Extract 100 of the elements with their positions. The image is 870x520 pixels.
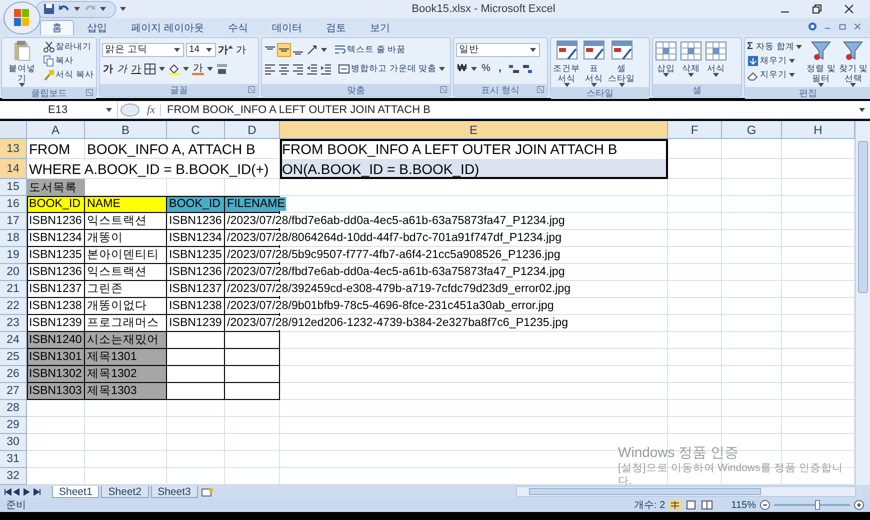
- fill-bucket-icon[interactable]: [168, 62, 180, 74]
- format-painter-button[interactable]: 서식 복사: [42, 68, 94, 81]
- restore-icon[interactable]: [812, 4, 822, 14]
- formula-field[interactable]: FROM BOOK_INFO A LEFT OUTER JOIN ATTACH B: [160, 104, 854, 116]
- number-format-field[interactable]: 일반: [456, 42, 540, 56]
- row-header[interactable]: 23: [0, 315, 27, 332]
- percent-button[interactable]: %: [480, 62, 492, 76]
- phonetic-icon[interactable]: [216, 62, 228, 74]
- cells-button[interactable]: 삽입: [655, 40, 677, 77]
- wrap-text-button[interactable]: 텍스트 줄 바꿈: [334, 43, 406, 56]
- orientation-icon[interactable]: [306, 44, 318, 56]
- increase-indent-icon[interactable]: [320, 62, 332, 74]
- sheet-tab[interactable]: Sheet2: [101, 486, 149, 498]
- style-button[interactable]: 조건부 서식: [553, 40, 580, 87]
- row-header[interactable]: 25: [0, 349, 27, 366]
- fill-button[interactable]: 채우기: [747, 54, 804, 67]
- caret-icon: [663, 73, 669, 77]
- row-header[interactable]: 30: [0, 434, 27, 451]
- sheet-tab[interactable]: Sheet3: [150, 486, 198, 498]
- page-break-icon[interactable]: [701, 500, 714, 510]
- row-header[interactable]: 18: [0, 230, 27, 247]
- row-header[interactable]: 13: [0, 139, 27, 159]
- new-sheet-icon[interactable]: [200, 486, 214, 496]
- style-button[interactable]: 표 서식: [583, 40, 605, 87]
- slider-thumb[interactable]: [815, 500, 820, 510]
- row-header[interactable]: 27: [0, 383, 27, 400]
- vertical-scrollbar[interactable]: [855, 121, 870, 485]
- editing-button[interactable]: 찾기 및 선택: [838, 40, 868, 87]
- autosum-button[interactable]: Σ 자동 합계: [747, 40, 804, 53]
- align-middle-icon[interactable]: [278, 44, 290, 56]
- font-color-button[interactable]: 가: [192, 62, 204, 75]
- increase-decimal-icon[interactable]: [508, 62, 520, 74]
- currency-button[interactable]: ₩: [456, 62, 468, 76]
- ribbon-tab[interactable]: 데이터: [260, 20, 313, 35]
- help-icon[interactable]: [808, 22, 817, 31]
- sheet-tab[interactable]: Sheet1: [52, 486, 100, 498]
- underline-button[interactable]: 가: [130, 62, 142, 76]
- merge-center-button[interactable]: 병합하고 가운데 맞춤: [338, 62, 446, 75]
- zoom-out-icon[interactable]: [760, 500, 770, 510]
- caret-icon: [713, 73, 719, 77]
- font-name-field[interactable]: 맑은 고딕: [102, 42, 184, 56]
- close-icon[interactable]: [844, 4, 854, 14]
- row-header[interactable]: 32: [0, 468, 27, 485]
- align-center-icon[interactable]: [278, 62, 290, 74]
- align-right-icon[interactable]: [292, 62, 304, 74]
- row-header[interactable]: 29: [0, 417, 27, 434]
- cells-button[interactable]: 삭제: [680, 40, 702, 77]
- row-header[interactable]: 31: [0, 451, 27, 468]
- align-left-icon[interactable]: [264, 62, 276, 74]
- ribbon-tab[interactable]: 보기: [358, 20, 401, 35]
- row-header[interactable]: 17: [0, 213, 27, 230]
- horizontal-scrollbar[interactable]: [516, 486, 856, 497]
- ribbon-tab[interactable]: 홈: [40, 20, 74, 35]
- row-header[interactable]: 22: [0, 298, 27, 315]
- decrease-decimal-icon[interactable]: [522, 62, 534, 74]
- font-size-field[interactable]: 14: [186, 42, 216, 56]
- cut-button[interactable]: 잘라내기: [42, 40, 94, 53]
- zoom-level[interactable]: 115%: [731, 500, 756, 510]
- row-header[interactable]: 19: [0, 247, 27, 264]
- style-button[interactable]: 셀 스타일: [608, 40, 635, 87]
- shrink-font-button[interactable]: 가: [235, 42, 247, 56]
- bold-button[interactable]: 가: [102, 62, 114, 76]
- page-layout-icon[interactable]: [685, 500, 698, 510]
- cells-button[interactable]: 서식: [705, 40, 727, 77]
- cell-grid-icon: [655, 40, 677, 62]
- column-header[interactable]: F: [668, 121, 722, 139]
- row-header[interactable]: 15: [0, 179, 27, 196]
- zoom-in-icon[interactable]: [854, 500, 864, 510]
- column-header[interactable]: G: [722, 121, 782, 139]
- ribbon-tab[interactable]: 검토: [314, 20, 357, 35]
- paste-button[interactable]: 붙여넣기: [4, 40, 40, 87]
- copy-button[interactable]: 복사: [42, 54, 94, 67]
- column-header[interactable]: E: [280, 121, 668, 139]
- decrease-indent-icon[interactable]: [306, 62, 318, 74]
- row-header[interactable]: 24: [0, 332, 27, 349]
- insert-function-button[interactable]: fx: [142, 104, 160, 116]
- row-header[interactable]: 16: [0, 196, 27, 213]
- row-header[interactable]: 28: [0, 400, 27, 417]
- save-icon[interactable]: [43, 3, 55, 15]
- column-header[interactable]: D: [225, 121, 280, 139]
- clear-button[interactable]: 지우기: [747, 68, 804, 81]
- column-header[interactable]: H: [782, 121, 855, 139]
- row-header[interactable]: 26: [0, 366, 27, 383]
- row-header[interactable]: 20: [0, 264, 27, 281]
- ribbon-tab[interactable]: 수식: [216, 20, 259, 35]
- expand-icon[interactable]: [858, 106, 866, 114]
- column-header[interactable]: C: [167, 121, 225, 139]
- ribbon-tab[interactable]: 페이지 레이아웃: [120, 20, 215, 35]
- editing-button[interactable]: 정렬 및 필터: [806, 40, 836, 87]
- normal-view-icon[interactable]: [669, 500, 682, 510]
- resize-handle-icon[interactable]: [120, 102, 140, 116]
- grow-font-button[interactable]: 가: [218, 42, 233, 56]
- row-header[interactable]: 21: [0, 281, 27, 298]
- row-header[interactable]: 14: [0, 159, 27, 179]
- comma-button[interactable]: ,: [494, 62, 506, 76]
- italic-button[interactable]: 가: [116, 62, 128, 76]
- column-header[interactable]: B: [85, 121, 167, 139]
- column-header[interactable]: A: [27, 121, 85, 139]
- ribbon-tab[interactable]: 삽입: [76, 20, 118, 35]
- borders-icon[interactable]: [144, 62, 156, 74]
